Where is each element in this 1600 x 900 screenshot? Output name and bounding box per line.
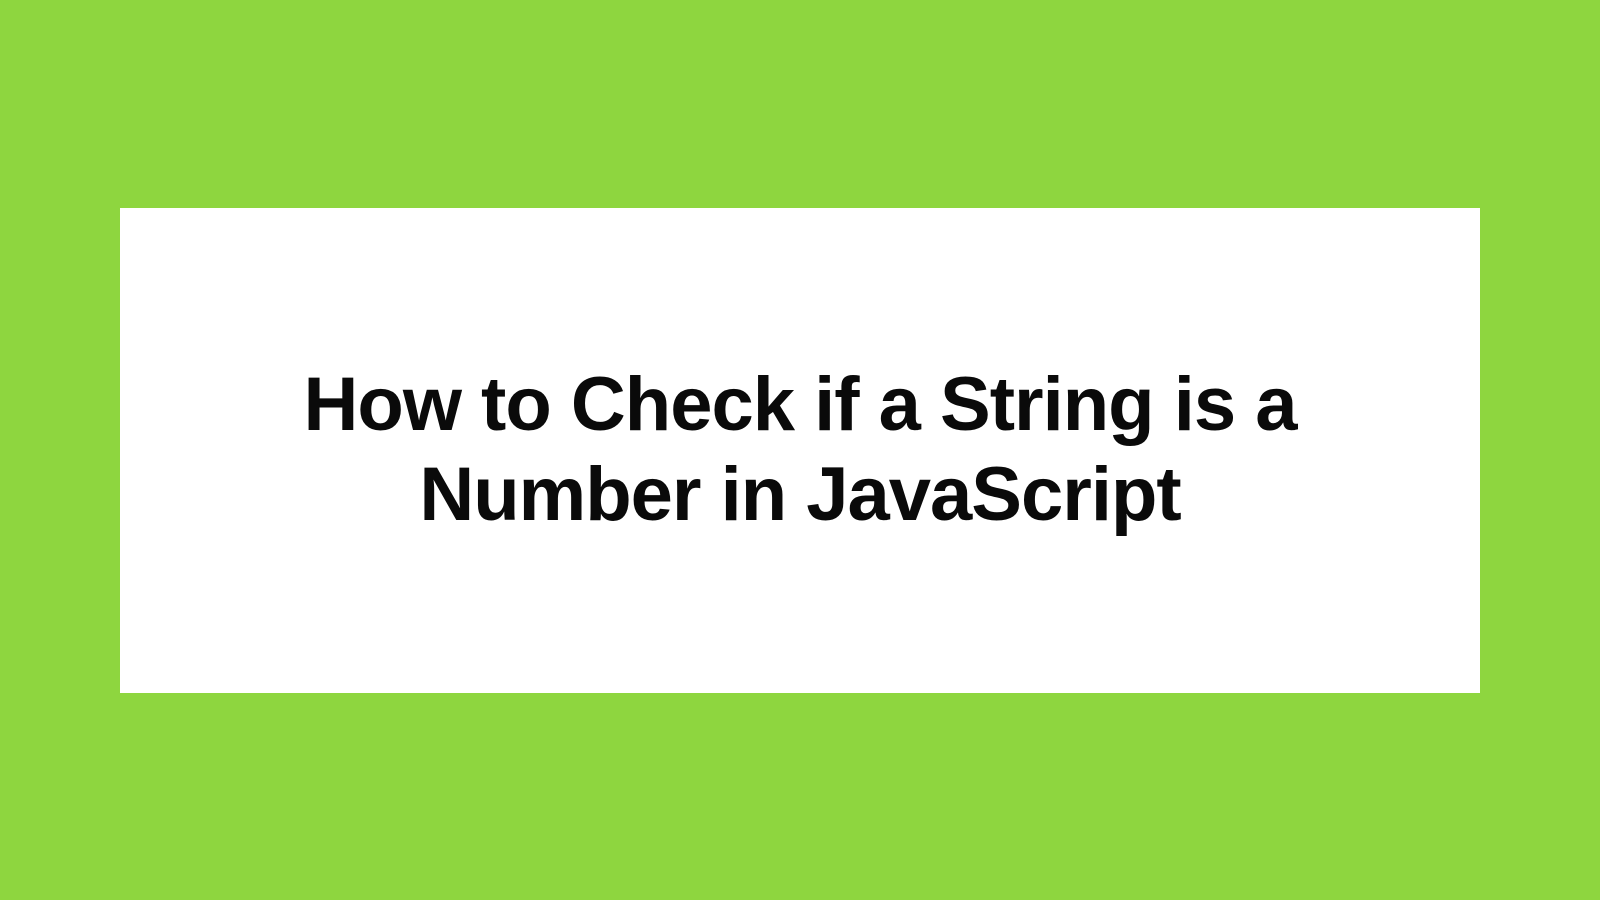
- page-title: How to Check if a String is a Number in …: [160, 360, 1440, 539]
- content-card: How to Check if a String is a Number in …: [120, 208, 1480, 693]
